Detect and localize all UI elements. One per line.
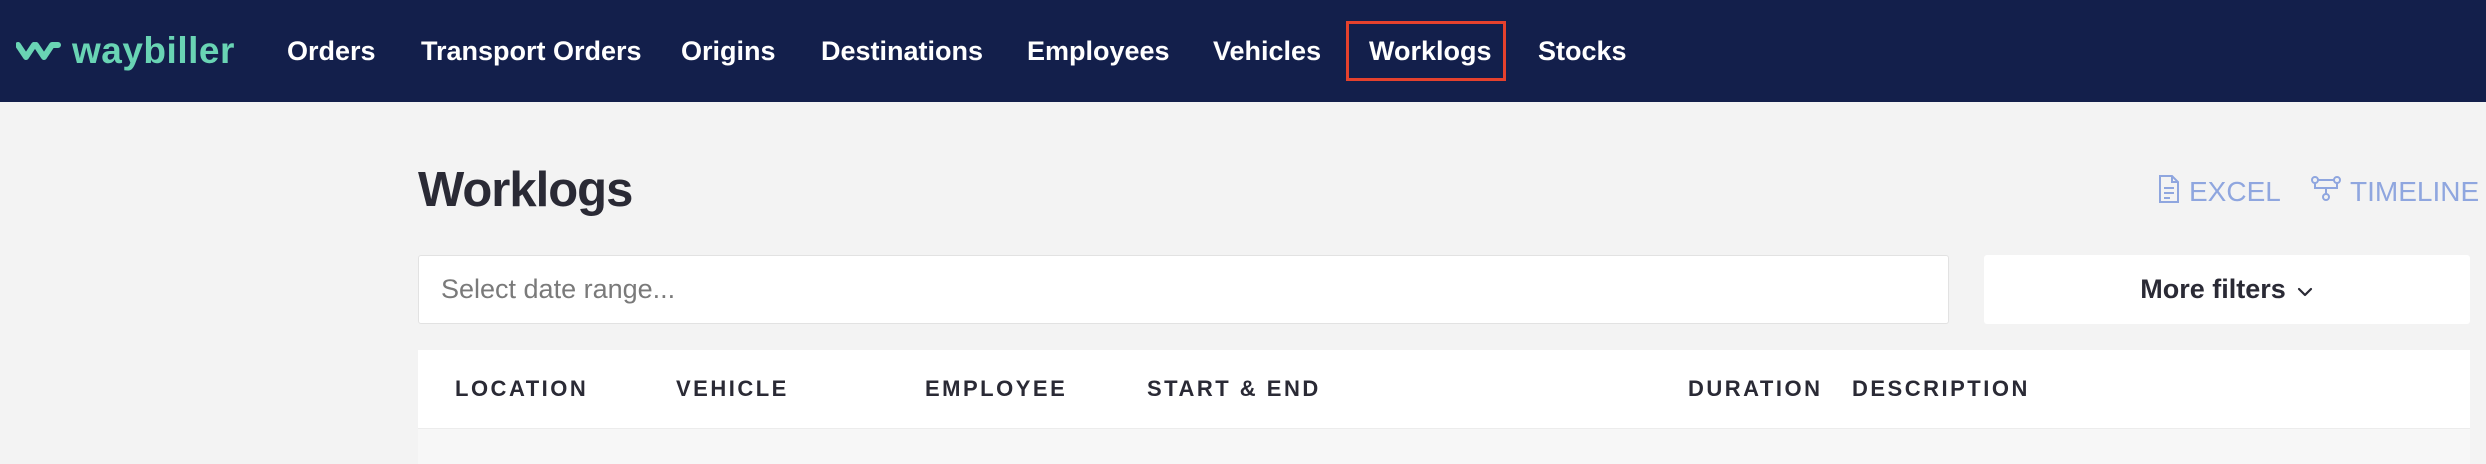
excel-export-label: EXCEL	[2189, 176, 2281, 207]
nav-item-destinations[interactable]: Destinations	[821, 24, 983, 78]
more-filters-button[interactable]: More filters	[1984, 255, 2470, 324]
page-title: Worklogs	[418, 163, 633, 217]
excel-export-button[interactable]: EXCEL	[2157, 172, 2281, 212]
nav-item-transport-orders[interactable]: Transport Orders	[421, 24, 642, 78]
worklogs-table: LOCATION VEHICLE EMPLOYEE START & END DU…	[418, 350, 2470, 464]
chevron-down-icon	[2286, 274, 2314, 305]
logo-text: waybiller	[72, 30, 235, 71]
nav-item-origins[interactable]: Origins	[681, 24, 776, 78]
table-header: LOCATION VEHICLE EMPLOYEE START & END DU…	[418, 350, 2470, 429]
column-header-location[interactable]: LOCATION	[455, 350, 588, 428]
column-header-duration[interactable]: DURATION	[1688, 350, 1822, 428]
timeline-icon	[2310, 175, 2350, 210]
table-body	[418, 429, 2470, 464]
column-header-start-end[interactable]: START & END	[1147, 350, 1321, 428]
nav-item-employees[interactable]: Employees	[1027, 24, 1170, 78]
nav-item-worklogs[interactable]: Worklogs	[1346, 21, 1506, 81]
excel-file-icon	[2157, 174, 2189, 211]
more-filters-label: More filters	[2140, 274, 2286, 304]
column-header-vehicle[interactable]: VEHICLE	[676, 350, 789, 428]
date-range-input[interactable]	[418, 255, 1949, 324]
nav-item-stocks[interactable]: Stocks	[1538, 24, 1627, 78]
top-navbar: waybiller Orders Transport Orders Origin…	[0, 0, 2486, 102]
timeline-button[interactable]: TIMELINE	[2310, 172, 2479, 212]
timeline-label: TIMELINE	[2350, 176, 2480, 207]
waybiller-logo-icon	[16, 39, 62, 63]
nav-item-vehicles[interactable]: Vehicles	[1213, 24, 1321, 78]
column-header-employee[interactable]: EMPLOYEE	[925, 350, 1067, 428]
nav-item-orders[interactable]: Orders	[287, 24, 376, 78]
brand-logo[interactable]: waybiller	[16, 26, 235, 76]
column-header-description[interactable]: DESCRIPTION	[1852, 350, 2030, 428]
